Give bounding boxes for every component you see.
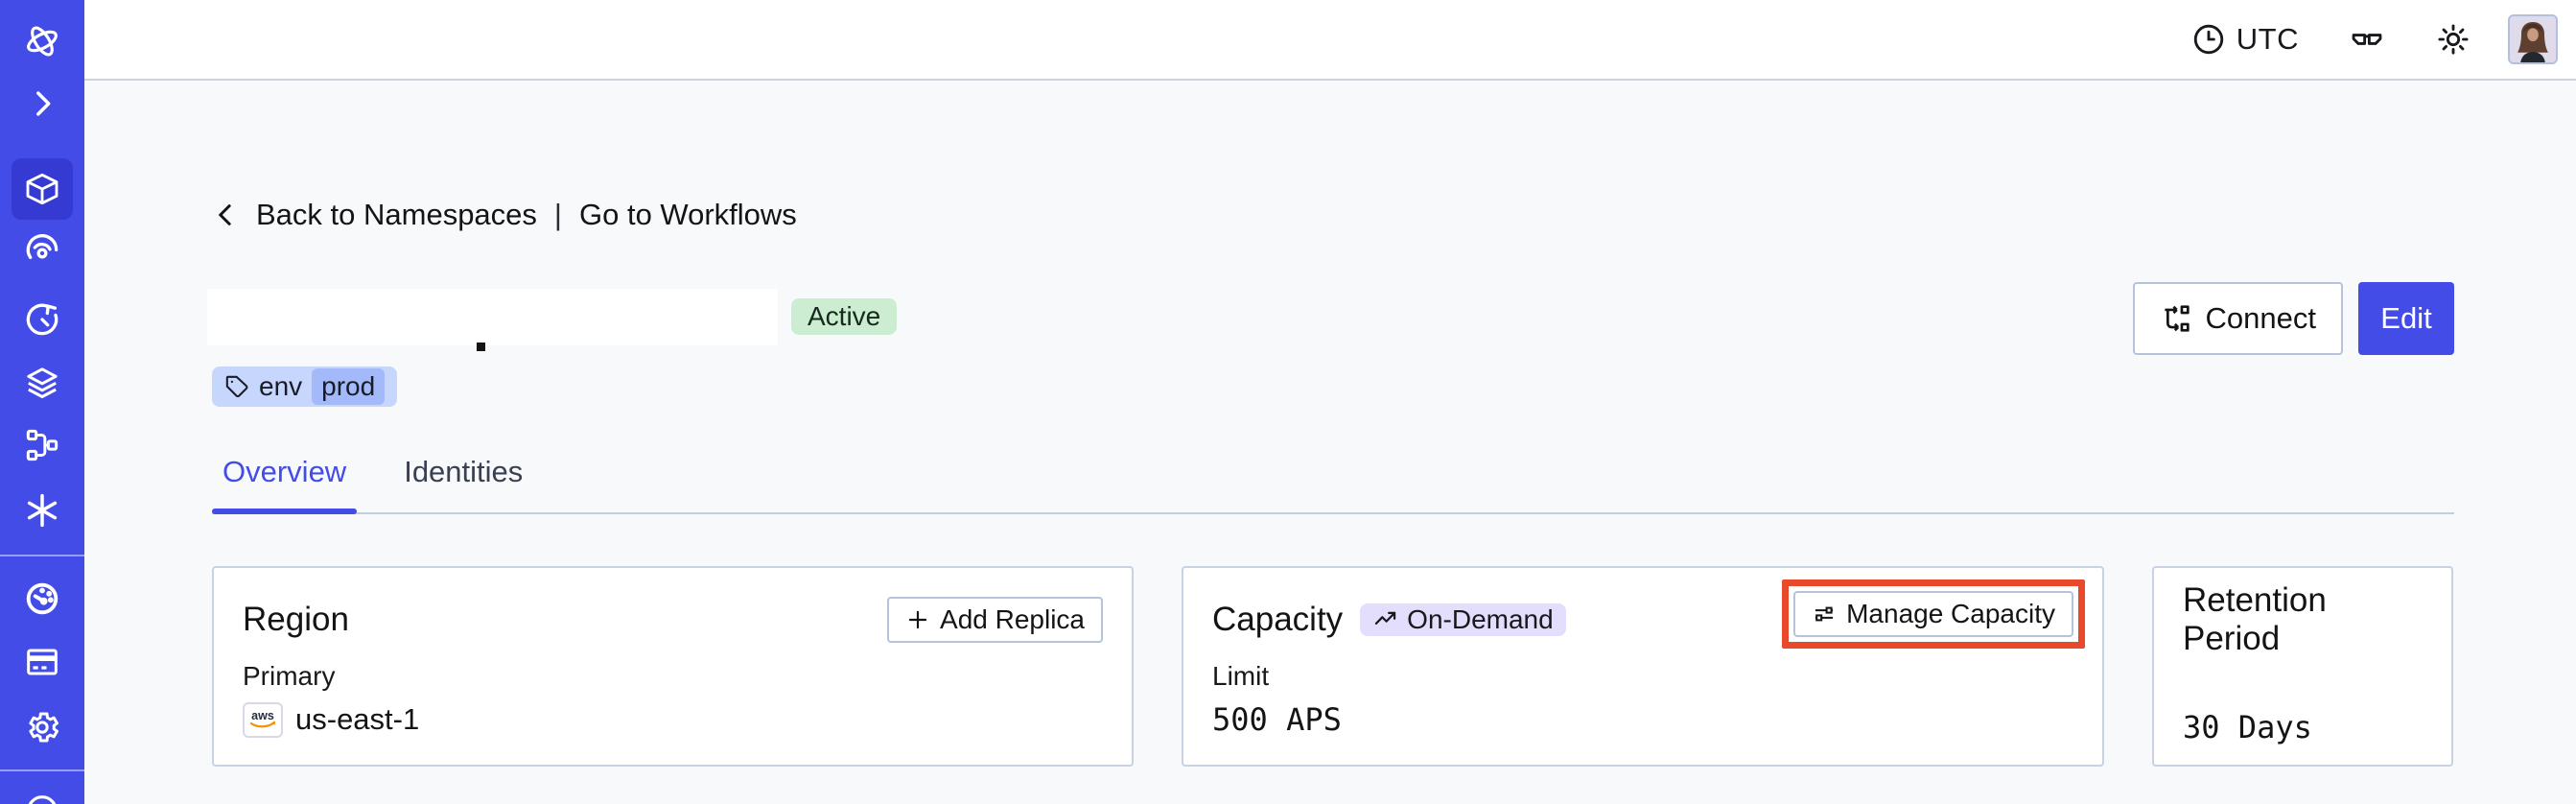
- sidebar-item-settings-gear-icon[interactable]: [23, 708, 61, 746]
- plus-icon: [908, 610, 927, 629]
- sidebar-item-schedules-clock-icon[interactable]: [23, 300, 61, 339]
- retention-value: 30 Days: [2183, 709, 2312, 745]
- trend-up-icon: [1374, 611, 1396, 625]
- status-badge: Active: [791, 298, 898, 335]
- sidebar-item-pipeline-branch-icon[interactable]: [23, 426, 61, 464]
- capacity-card: Capacity On-Demand Manage Capacity Limit…: [1182, 566, 2104, 767]
- breadcrumb-workflows-link[interactable]: Go to Workflows: [579, 198, 797, 232]
- namespace-name-redacted: [207, 288, 778, 351]
- tags-row: env prod: [212, 367, 2454, 407]
- user-avatar[interactable]: [2508, 14, 2558, 64]
- retention-card-title: Retention Period: [2183, 581, 2327, 657]
- ondemand-badge: On-Demand: [1360, 603, 1566, 636]
- tag-value: prod: [312, 367, 386, 406]
- add-replica-label: Add Replica: [940, 604, 1085, 634]
- region-value: us-east-1: [295, 702, 420, 736]
- sidebar-divider: [0, 769, 84, 771]
- svg-text:aws: aws: [251, 709, 274, 722]
- sidebar-item-usage-gauge-icon[interactable]: [23, 579, 61, 618]
- tag-icon: [225, 375, 248, 398]
- tag-key: env: [259, 371, 303, 401]
- primary-label: Primary: [243, 661, 336, 691]
- sidebar-item-namespaces-cube-icon[interactable]: [23, 170, 61, 208]
- sidebar-item-help-icon[interactable]: [23, 792, 61, 804]
- capacity-card-title: Capacity: [1212, 601, 1344, 638]
- breadcrumb: Back to Namespaces | Go to Workflows: [212, 198, 2454, 232]
- topbar: UTC: [84, 0, 2576, 81]
- glasses-icon[interactable]: [2349, 21, 2385, 58]
- sidebar: [0, 0, 84, 804]
- sidebar-item-monitor-spiral-icon[interactable]: [23, 234, 61, 272]
- breadcrumb-back-link[interactable]: Back to Namespaces: [256, 198, 537, 232]
- temporal-logo-icon[interactable]: [23, 22, 61, 60]
- back-chevron-icon[interactable]: [212, 201, 241, 229]
- tab-bar: Overview Identities: [212, 455, 2454, 514]
- sidebar-item-layers-stack-icon[interactable]: [23, 364, 61, 402]
- env-tag-chip[interactable]: env prod: [212, 367, 398, 407]
- tab-identities[interactable]: Identities: [393, 455, 533, 512]
- breadcrumb-separator: |: [553, 198, 562, 231]
- sidebar-item-billing-card-icon[interactable]: [23, 643, 61, 681]
- timezone-label[interactable]: UTC: [2236, 22, 2299, 57]
- namespace-name-dot: [477, 342, 485, 351]
- manage-capacity-button[interactable]: Manage Capacity: [1793, 591, 2073, 637]
- manage-capacity-highlight: Manage Capacity: [1782, 579, 2085, 649]
- sliders-icon: [1815, 606, 1834, 622]
- clock-icon[interactable]: [2190, 21, 2227, 58]
- main-content: Back to Namespaces | Go to Workflows Con…: [207, 81, 2454, 767]
- add-replica-button[interactable]: Add Replica: [887, 597, 1103, 643]
- ondemand-badge-label: On-Demand: [1407, 604, 1554, 634]
- sidebar-item-nexus-asterisk-icon[interactable]: [23, 491, 61, 530]
- namespace-title-row: Active: [207, 288, 2454, 351]
- capacity-limit-value: 500 APS: [1212, 701, 1342, 738]
- region-card: Region Add Replica Primary aws us-east-1: [212, 566, 1134, 767]
- manage-capacity-label: Manage Capacity: [1846, 599, 2055, 628]
- region-card-title: Region: [243, 601, 349, 638]
- aws-logo-icon: aws: [243, 701, 283, 738]
- limit-label: Limit: [1212, 661, 1270, 691]
- tab-overview[interactable]: Overview: [212, 455, 358, 514]
- cards-row: Region Add Replica Primary aws us-east-1…: [212, 566, 2454, 767]
- retention-card: Retention Period 30 Days: [2152, 566, 2453, 767]
- sidebar-divider: [0, 555, 84, 556]
- theme-sun-icon[interactable]: [2435, 21, 2471, 58]
- sidebar-expand-chevron-icon[interactable]: [23, 84, 61, 123]
